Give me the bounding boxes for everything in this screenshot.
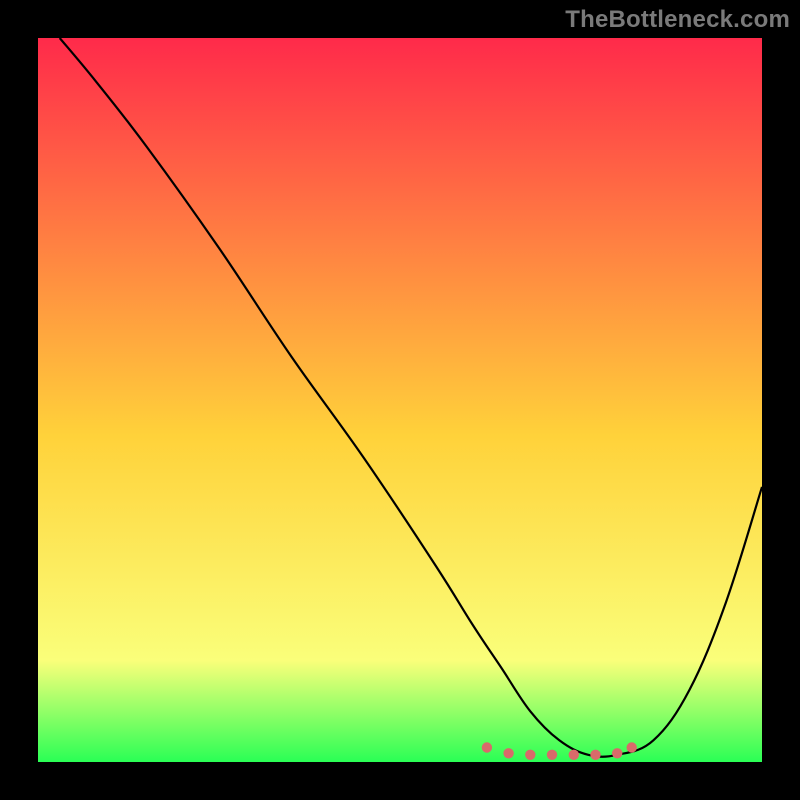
marker-dot [503,748,513,758]
marker-dot [612,748,622,758]
watermark-text: TheBottleneck.com [565,6,790,34]
bottleneck-chart [38,38,762,762]
marker-dot [627,742,637,752]
marker-dot [547,750,557,760]
chart-frame: TheBottleneck.com [0,0,800,800]
marker-dot [590,750,600,760]
marker-dot [525,750,535,760]
marker-dot [569,750,579,760]
marker-dot [482,742,492,752]
